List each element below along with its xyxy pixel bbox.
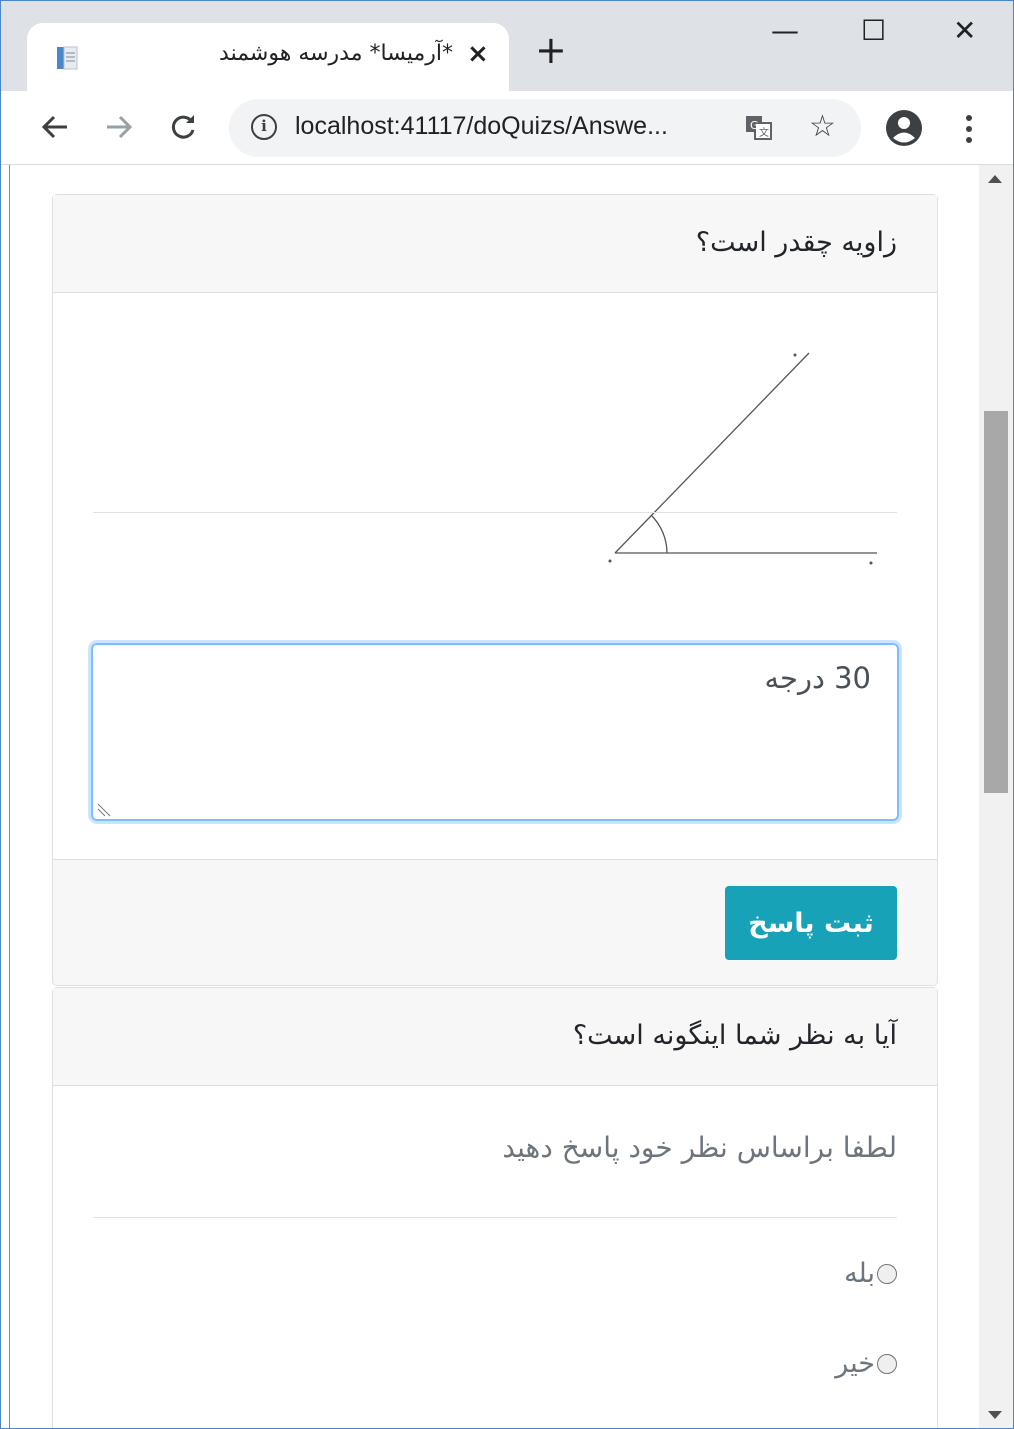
radio-option-no[interactable]: خیر	[835, 1348, 897, 1379]
tab-title: *آرمیسا* مدرسه هوشمند	[219, 41, 453, 66]
browser-window: *آرمیسا* مدرسه هوشمند × + — ☐ ✕ i localh…	[0, 0, 1014, 1429]
minimize-button[interactable]: —	[771, 17, 799, 45]
card-footer: ثبت پاسخ	[53, 859, 937, 985]
resize-grip-icon[interactable]	[97, 801, 113, 817]
url-text[interactable]: localhost:41117/doQuizs/Answe...	[295, 112, 668, 141]
reload-icon	[171, 115, 195, 139]
question-card-2: آیا به نظر شما اینگونه است؟ لطفا براساس …	[52, 987, 938, 1428]
close-window-button[interactable]: ✕	[953, 17, 976, 45]
browser-toolbar: i localhost:41117/doQuizs/Answe... G 文 ☆	[1, 91, 1013, 165]
more-menu-icon[interactable]	[959, 111, 979, 147]
question-title: آیا به نظر شما اینگونه است؟	[53, 988, 937, 1086]
question-title: زاویه چقدر است؟	[53, 195, 937, 293]
bookmark-star-icon[interactable]: ☆	[809, 109, 836, 144]
tab-close-icon[interactable]: ×	[467, 39, 489, 69]
radio-label: خیر	[835, 1348, 875, 1379]
vertical-scrollbar[interactable]	[979, 165, 1013, 1428]
divider	[93, 1217, 897, 1218]
radio-button[interactable]	[877, 1353, 897, 1374]
divider	[93, 512, 897, 513]
scroll-up-arrow-icon[interactable]	[988, 175, 1002, 183]
page-viewport: زاویه چقدر است؟ 30 درجه ثبت پاسخ آیا به	[9, 165, 979, 1428]
question-card-1: زاویه چقدر است؟ 30 درجه ثبت پاسخ	[52, 194, 938, 986]
answer-textarea[interactable]: 30 درجه	[91, 643, 899, 821]
radio-option-yes[interactable]: بله	[844, 1258, 897, 1289]
tab-strip: *آرمیسا* مدرسه هوشمند × + — ☐ ✕	[1, 1, 1013, 91]
arrow-left-icon	[41, 115, 67, 139]
arrow-right-icon	[107, 115, 133, 139]
address-bar[interactable]: i localhost:41117/doQuizs/Answe... G 文 ☆	[229, 99, 861, 157]
svg-text:文: 文	[759, 126, 769, 139]
forward-button[interactable]	[97, 105, 141, 149]
radio-label: بله	[844, 1258, 875, 1289]
svg-text:G: G	[750, 119, 759, 132]
active-tab[interactable]: *آرمیسا* مدرسه هوشمند ×	[27, 23, 509, 91]
back-button[interactable]	[33, 105, 77, 149]
submit-answer-button[interactable]: ثبت پاسخ	[725, 886, 897, 960]
hint-text: لطفا براساس نظر خود پاسخ دهید	[502, 1131, 897, 1164]
radio-button[interactable]	[877, 1263, 897, 1284]
angle-diagram-image	[608, 352, 877, 565]
account-icon[interactable]	[885, 109, 923, 147]
maximize-button[interactable]: ☐	[861, 17, 886, 45]
new-tab-button[interactable]: +	[535, 31, 567, 69]
scroll-down-arrow-icon[interactable]	[988, 1411, 1002, 1419]
reload-button[interactable]	[161, 105, 205, 149]
info-icon[interactable]: i	[251, 114, 277, 140]
scrollbar-thumb[interactable]	[984, 411, 1008, 793]
document-icon	[57, 46, 78, 70]
translate-icon[interactable]: G 文	[745, 115, 773, 141]
